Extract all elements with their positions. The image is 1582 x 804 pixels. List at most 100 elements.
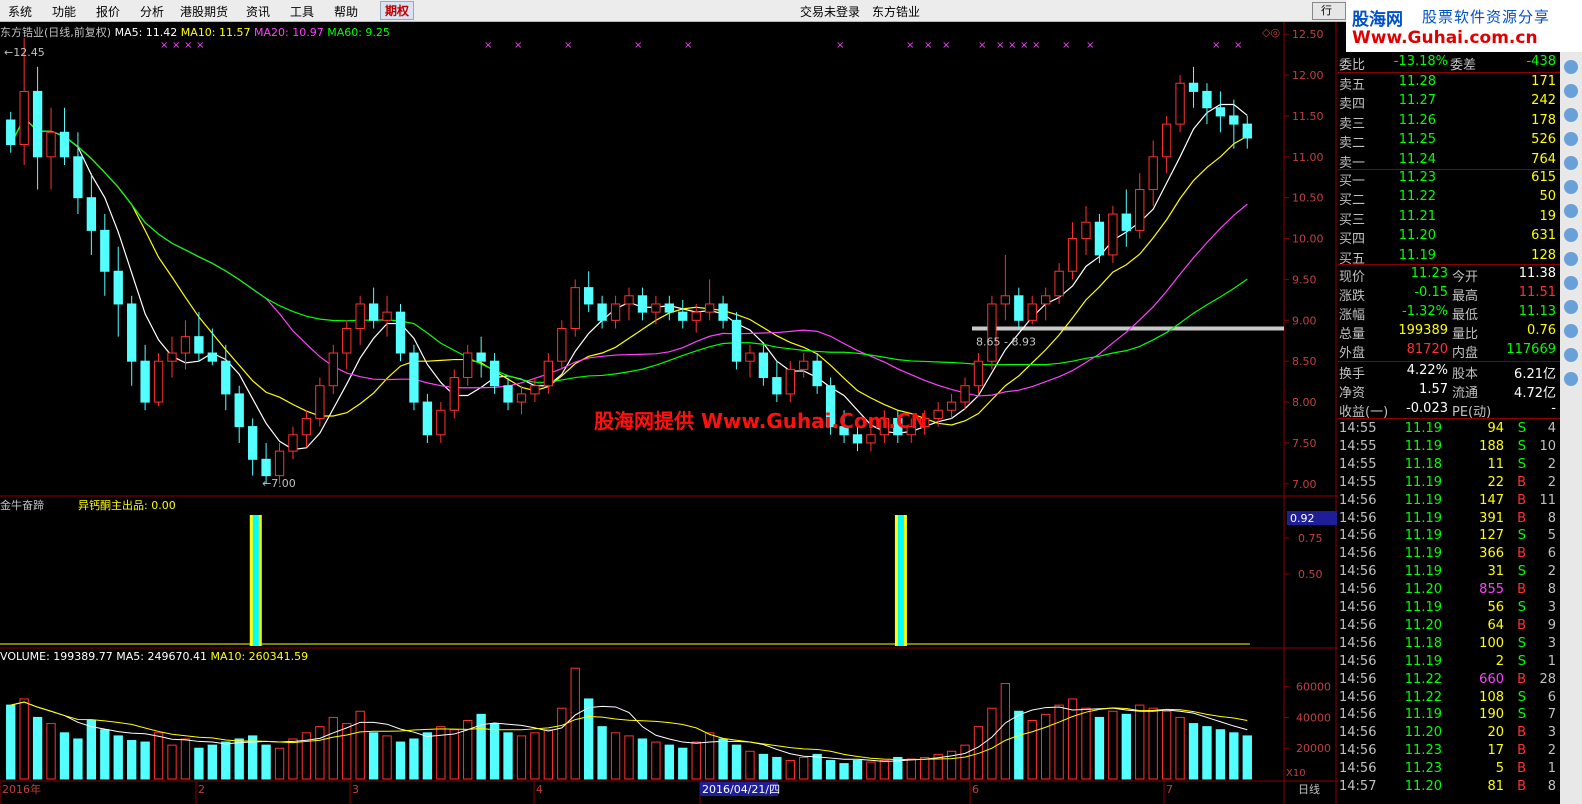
volume-bar bbox=[261, 744, 271, 780]
quote-mode-button[interactable]: 行 bbox=[1312, 2, 1346, 20]
price-tick-label: 12.00 bbox=[1292, 69, 1324, 82]
ask-row: 卖二 11.25 526 bbox=[1338, 132, 1560, 151]
stat-value: 11.23 bbox=[1410, 266, 1448, 281]
signal-mark: × bbox=[184, 40, 192, 51]
side-toolbar[interactable] bbox=[1560, 52, 1582, 804]
tick-price: 11.19 bbox=[1404, 653, 1442, 669]
side-tool-icon[interactable] bbox=[1564, 300, 1578, 314]
tick-row: 14:56 11.22 108 S 6 bbox=[1338, 690, 1560, 708]
tick-side: B bbox=[1517, 725, 1526, 741]
signal-mark: × bbox=[1062, 40, 1070, 51]
candle-body bbox=[812, 360, 822, 387]
tick-time: 14:55 bbox=[1339, 474, 1377, 490]
volume-bar bbox=[1067, 698, 1078, 780]
side-tool-icon[interactable] bbox=[1564, 324, 1578, 338]
menu-help[interactable]: 帮助 bbox=[334, 3, 358, 20]
side-tool-icon[interactable] bbox=[1564, 156, 1578, 170]
candle-body bbox=[624, 295, 634, 305]
ask-price: 11.25 bbox=[1398, 132, 1436, 148]
indicator-spike-core bbox=[252, 515, 259, 646]
candle-body bbox=[247, 426, 258, 460]
tick-price: 11.18 bbox=[1404, 456, 1442, 472]
bid-row: 买三 11.21 19 bbox=[1338, 209, 1560, 228]
price-tick-label: 11.50 bbox=[1292, 110, 1324, 123]
candle-body bbox=[1202, 90, 1212, 109]
side-tool-icon[interactable] bbox=[1564, 276, 1578, 290]
volume-bar bbox=[664, 744, 674, 780]
side-tool-icon[interactable] bbox=[1564, 132, 1578, 146]
bid-price: 11.19 bbox=[1398, 247, 1436, 263]
stat2-label-2: 股本 bbox=[1452, 367, 1479, 382]
signal-mark: × bbox=[1032, 40, 1040, 51]
tick-time: 14:56 bbox=[1339, 761, 1377, 777]
menu-options[interactable]: 期权 bbox=[380, 1, 415, 20]
candle-body bbox=[355, 303, 365, 329]
panel-divider bbox=[1338, 418, 1560, 419]
volume-bar bbox=[745, 750, 755, 780]
volume-bar bbox=[395, 741, 406, 780]
side-tool-icon[interactable] bbox=[1564, 84, 1578, 98]
side-tool-icon[interactable] bbox=[1564, 108, 1578, 122]
candle-body bbox=[100, 229, 110, 272]
candle-body bbox=[382, 311, 392, 321]
stat-label: 总量 bbox=[1339, 327, 1366, 342]
candle-body bbox=[422, 401, 433, 436]
candle-body bbox=[19, 90, 29, 146]
tick-volume: 108 bbox=[1479, 689, 1504, 705]
candle-body bbox=[960, 385, 970, 403]
side-tool-icon[interactable] bbox=[1564, 60, 1578, 74]
candle-body bbox=[933, 409, 943, 419]
candle-body bbox=[1148, 156, 1158, 191]
candle-body bbox=[207, 352, 218, 362]
stock-name-title: 东方锆业 bbox=[872, 5, 921, 19]
tick-time: 14:55 bbox=[1339, 438, 1377, 454]
tick-volume: 20 bbox=[1487, 725, 1504, 741]
tick-row: 14:56 11.19 56 S 3 bbox=[1338, 600, 1560, 618]
menu-tools[interactable]: 工具 bbox=[290, 3, 314, 20]
volume-bar bbox=[1081, 707, 1091, 780]
tick-row: 14:55 11.18 11 S 2 bbox=[1338, 457, 1560, 475]
volume-bar bbox=[342, 723, 352, 780]
candle-body bbox=[1175, 82, 1185, 125]
login-status[interactable]: 交易未登录 bbox=[800, 3, 860, 20]
menu-system[interactable]: 系统 bbox=[8, 3, 32, 20]
signal-mark: × bbox=[196, 40, 204, 51]
kline-chart-area[interactable]: × × × × × × × × × × × × × × × × × × × × × × 12.50 12.00 11.50 11… bbox=[0, 22, 1338, 804]
ask-volume: 764 bbox=[1531, 151, 1556, 167]
menu-analysis[interactable]: 分析 bbox=[140, 3, 164, 20]
side-tool-icon[interactable] bbox=[1564, 204, 1578, 218]
menu-hk-futures[interactable]: 港股期货 bbox=[180, 3, 228, 20]
menu-quote[interactable]: 报价 bbox=[96, 3, 120, 20]
side-tool-icon[interactable] bbox=[1564, 252, 1578, 266]
tick-row: 14:56 11.23 5 B 1 bbox=[1338, 761, 1560, 779]
x-axis-label: 7 bbox=[1166, 783, 1173, 796]
candle-body bbox=[1027, 303, 1037, 321]
menu-function[interactable]: 功能 bbox=[52, 3, 76, 20]
candle-body bbox=[557, 327, 567, 362]
signal-mark: × bbox=[978, 40, 986, 51]
side-tool-icon[interactable] bbox=[1564, 372, 1578, 386]
tick-row: 14:55 11.19 94 S 4 bbox=[1338, 421, 1560, 439]
stat-label-2: 内盘 bbox=[1452, 346, 1479, 361]
side-tool-icon[interactable] bbox=[1564, 180, 1578, 194]
side-tool-icon[interactable] bbox=[1564, 348, 1578, 362]
menu-news[interactable]: 资讯 bbox=[246, 3, 270, 20]
side-tool-icon[interactable] bbox=[1564, 228, 1578, 242]
tick-price: 11.18 bbox=[1404, 635, 1442, 651]
candle-body bbox=[678, 311, 688, 321]
stat2-row: 收益(一) -0.023 PE(动) - bbox=[1338, 401, 1560, 420]
bid-row: 买五 11.19 128 bbox=[1338, 247, 1560, 267]
tick-row: 14:57 11.20 81 B 8 bbox=[1338, 779, 1560, 797]
volume-bar bbox=[1041, 713, 1051, 780]
price-tick-label: 7.50 bbox=[1292, 437, 1317, 450]
bid-price: 11.23 bbox=[1398, 170, 1436, 185]
volume-bar bbox=[382, 735, 392, 780]
signal-mark: × bbox=[1212, 40, 1220, 51]
tick-side: B bbox=[1517, 510, 1526, 526]
tick-price: 11.22 bbox=[1404, 671, 1442, 687]
low-label: ←7.00 bbox=[262, 477, 296, 490]
volume-bar bbox=[1108, 710, 1118, 780]
candle-body bbox=[731, 319, 742, 362]
volume-tick-label: 40000 bbox=[1296, 711, 1331, 724]
stat2-value: -0.023 bbox=[1406, 401, 1448, 416]
